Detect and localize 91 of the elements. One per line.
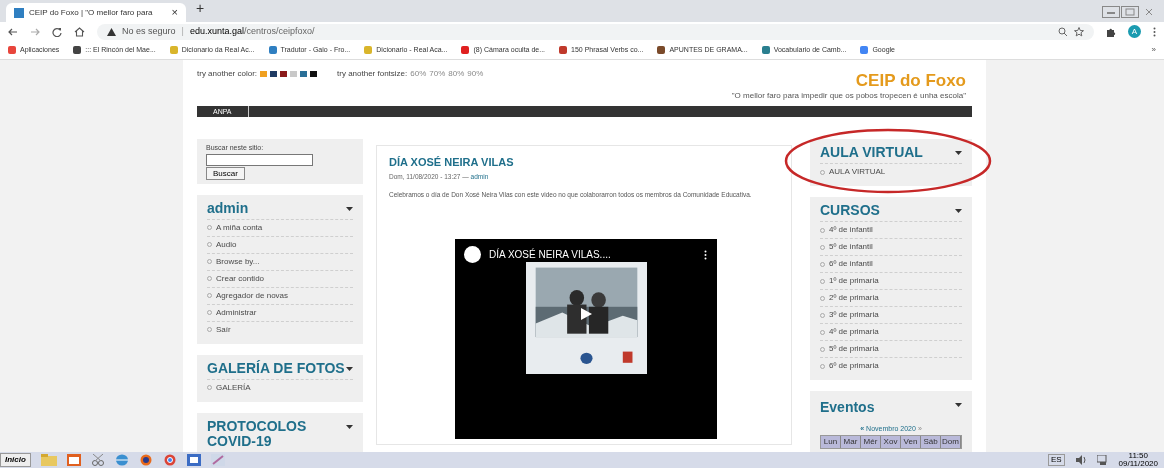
network-icon[interactable] xyxy=(1096,455,1109,465)
weekday-header: Dom xyxy=(941,435,961,448)
menu-link[interactable]: 4º de primaria xyxy=(820,323,962,340)
new-tab-button[interactable]: + xyxy=(196,0,205,19)
menu-link[interactable]: Audio xyxy=(207,235,353,253)
reload-icon[interactable] xyxy=(52,26,62,37)
url-text: edu.xunta.gal/centros/ceipfoxo/ xyxy=(189,24,315,38)
block-title: CURSOS xyxy=(820,203,880,218)
browser-tab[interactable]: CEIP do Foxo | "O mellor faro para × xyxy=(6,3,186,22)
fontsize-link[interactable]: 80% xyxy=(448,68,465,80)
color-swatch[interactable] xyxy=(290,71,298,77)
search-field[interactable] xyxy=(206,153,313,166)
circle-icon[interactable] xyxy=(162,454,177,466)
fontsize-link[interactable]: 60% xyxy=(410,68,427,80)
menu-link[interactable]: 3º de primaria xyxy=(820,306,962,323)
weekday-header: Lun xyxy=(821,435,841,448)
menu-link[interactable]: 5º de primaria xyxy=(820,340,962,357)
menu-link[interactable]: 2º de primaria xyxy=(820,289,962,306)
window-icon[interactable] xyxy=(66,454,81,466)
block-title: admin xyxy=(207,200,249,216)
color-swatch[interactable] xyxy=(280,71,288,77)
start-button[interactable]: Inicio xyxy=(0,453,31,467)
back-icon[interactable] xyxy=(8,26,18,37)
block-title: AULA VIRTUAL xyxy=(820,145,923,160)
fontsize-link[interactable]: 70% xyxy=(429,68,446,80)
weekday-header: Mér xyxy=(861,435,881,448)
search-button[interactable]: Buscar xyxy=(206,166,245,180)
menu-link[interactable]: Saír xyxy=(207,320,353,338)
ring-icon[interactable] xyxy=(138,454,153,466)
separator: | xyxy=(181,24,184,38)
weekday-header: Ven xyxy=(901,435,921,448)
menu-link[interactable]: Agregador de novas xyxy=(207,286,353,304)
menu-link[interactable]: 1º de primaria xyxy=(820,272,962,289)
menu-link[interactable]: A miña conta xyxy=(207,218,353,236)
color-swatch[interactable] xyxy=(260,71,268,77)
menu-link[interactable]: 4º de infantil xyxy=(820,221,962,238)
menu-link[interactable]: 6º de primaria xyxy=(820,357,962,374)
block-title: Eventos xyxy=(820,398,875,417)
favicon-icon xyxy=(14,7,24,18)
speaker-icon[interactable] xyxy=(1074,455,1087,465)
caret-icon[interactable] xyxy=(346,424,353,429)
block-title: PROTOCOLOS COVID-19 xyxy=(207,418,308,449)
caret-icon[interactable] xyxy=(346,366,353,371)
close-button[interactable]: × xyxy=(171,4,178,21)
color-swatch[interactable] xyxy=(310,71,318,77)
color-swatch[interactable] xyxy=(300,71,308,77)
block-title: GALERÍA DE FOTOS xyxy=(207,360,345,376)
menu-link[interactable]: GALERÍA xyxy=(207,378,353,396)
site-slogan: "O mellor faro para impedir que os pobos tropecen é unha escola" xyxy=(731,90,966,102)
color-label: try another color: xyxy=(197,68,258,80)
weekday-header: Mar xyxy=(841,435,861,448)
more-icon[interactable] xyxy=(704,249,707,260)
menu-link[interactable]: Crear contido xyxy=(207,269,353,287)
restore-icon[interactable] xyxy=(1121,6,1139,18)
globe-icon[interactable] xyxy=(114,454,129,466)
weekday-header: Sáb xyxy=(921,435,941,448)
security-label: No es seguro xyxy=(122,24,176,38)
article-title: DÍA XOSÉ NEIRA VILAS xyxy=(389,155,515,170)
address-bar[interactable]: No es seguro | edu.xunta.gal/centros/ceipfoxo/ xyxy=(97,23,1094,40)
star-icon[interactable] xyxy=(1074,26,1084,37)
fontsize-label: try another fontsize: xyxy=(337,68,408,80)
scissors-icon[interactable] xyxy=(90,454,105,466)
document-icon[interactable] xyxy=(186,454,201,466)
weekday-header: Xov xyxy=(881,435,901,448)
menu-link[interactable]: Browse by... xyxy=(207,252,353,270)
caret-icon[interactable] xyxy=(346,206,353,211)
warning-icon xyxy=(107,27,116,36)
menu-link[interactable]: AULA VIRTUAL xyxy=(820,163,962,180)
video-title: DÍA XOSÉ NEIRA VILAS.... xyxy=(489,247,612,263)
video-player[interactable]: DÍA XOSÉ NEIRA VILAS.... xyxy=(455,239,717,440)
puzzle-icon[interactable] xyxy=(1106,26,1116,37)
fontsize-link[interactable]: 90% xyxy=(467,68,484,80)
menu-link[interactable]: Administrar xyxy=(207,303,353,321)
color-swatch[interactable] xyxy=(270,71,278,77)
menu-link[interactable]: 5º de infantil xyxy=(820,238,962,255)
menu-link[interactable]: 6º de infantil xyxy=(820,255,962,272)
play-icon[interactable] xyxy=(580,308,592,321)
site-title: CEIP do Foxo xyxy=(855,72,966,90)
minimize-icon[interactable] xyxy=(1102,6,1120,18)
caret-icon[interactable] xyxy=(955,151,962,155)
zoom-icon[interactable] xyxy=(1058,26,1068,37)
more-bookmarks-button[interactable]: » xyxy=(1151,44,1156,56)
menu-icon[interactable] xyxy=(1153,26,1156,37)
clock-date: 09/11/2020 xyxy=(1118,460,1158,468)
channel-avatar[interactable] xyxy=(464,246,481,264)
caret-icon[interactable] xyxy=(955,209,962,213)
caret-icon[interactable] xyxy=(955,403,962,407)
tab-title: CEIP do Foxo | "O mellor faro para xyxy=(29,6,154,19)
clock-time: 11:50 xyxy=(1128,452,1148,460)
language-indicator[interactable]: ES xyxy=(1047,454,1065,466)
home-icon[interactable] xyxy=(74,26,85,37)
